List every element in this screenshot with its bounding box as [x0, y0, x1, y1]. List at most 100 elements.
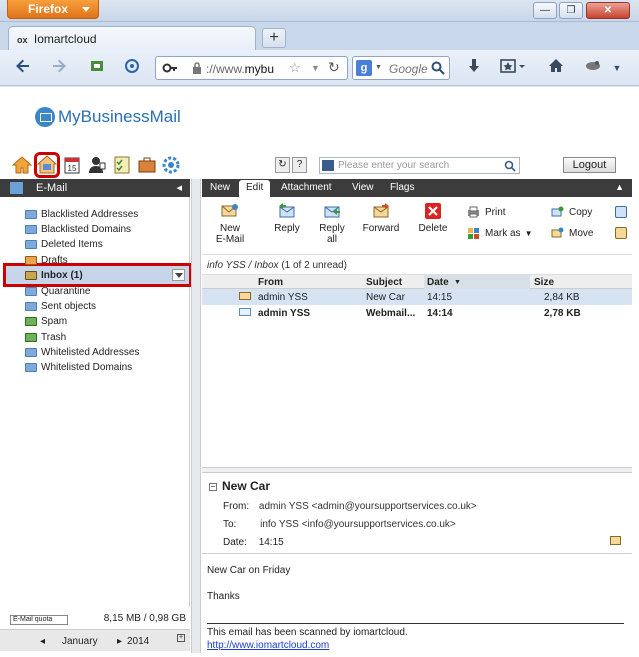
- search-icon[interactable]: [431, 61, 445, 75]
- downloads-button[interactable]: [463, 58, 485, 78]
- body-line-1: New Car on Friday: [207, 565, 291, 576]
- prev-month-icon[interactable]: ◂: [40, 636, 45, 647]
- folder-item-trash[interactable]: Trash: [25, 330, 66, 345]
- column-from[interactable]: From: [258, 277, 283, 288]
- copy-button[interactable]: Copy: [551, 206, 592, 218]
- calendar-month[interactable]: January: [62, 636, 98, 647]
- bookmark-star-icon[interactable]: ☆: [289, 60, 301, 76]
- reply-button[interactable]: Reply: [265, 202, 309, 234]
- addon-icon: [91, 61, 103, 71]
- mail-status-icon[interactable]: [610, 536, 621, 545]
- vertical-splitter[interactable]: [191, 179, 201, 653]
- table-row[interactable]: admin YSS Webmail... 14:14 2,78 KB: [202, 305, 632, 321]
- row-subject: New Car: [366, 292, 405, 303]
- calendar-module-button[interactable]: 15: [62, 155, 82, 175]
- to-value[interactable]: info YSS <info@yoursupportservices.co.uk…: [260, 519, 456, 530]
- bookmarks-menu-button[interactable]: [498, 58, 528, 78]
- mark-as-button[interactable]: Mark as ▼: [467, 227, 532, 239]
- settings-module-button[interactable]: [161, 155, 181, 175]
- folder-item-blacklisted-domains[interactable]: Blacklisted Domains: [25, 222, 131, 237]
- minimize-button[interactable]: —: [533, 2, 557, 19]
- folder-item-blacklisted-addresses[interactable]: Blacklisted Addresses: [25, 207, 138, 222]
- reply-all-button[interactable]: Reply all: [310, 202, 354, 245]
- extension-button[interactable]: [582, 58, 604, 78]
- more-actions-icon[interactable]: [615, 206, 627, 218]
- folder-label: Whitelisted Domains: [41, 362, 133, 373]
- copy-label: Copy: [569, 206, 593, 218]
- menu-dropdown-icon[interactable]: ▼: [610, 58, 624, 78]
- tab-edit[interactable]: Edit: [239, 180, 271, 197]
- table-row[interactable]: admin YSS New Car 14:15 2,84 KB: [202, 289, 632, 305]
- mail-house-icon: [36, 155, 58, 174]
- more-actions-icon-2[interactable]: [615, 227, 627, 239]
- next-month-icon[interactable]: ▸: [117, 636, 122, 647]
- close-window-button[interactable]: ✕: [586, 2, 630, 19]
- logout-button[interactable]: Logout: [563, 157, 616, 173]
- forward-button[interactable]: [48, 58, 70, 78]
- horizontal-splitter[interactable]: [202, 467, 632, 473]
- folder-item-spam[interactable]: Spam: [25, 314, 67, 329]
- unread-mail-icon: [239, 308, 251, 316]
- new-email-button[interactable]: New E-Mail: [208, 202, 252, 245]
- help-button[interactable]: ?: [292, 157, 307, 173]
- search-engine-dropdown-icon[interactable]: ▼: [375, 64, 382, 71]
- calendar-year[interactable]: 2014: [127, 636, 149, 647]
- reload-icon[interactable]: ↻: [328, 59, 340, 76]
- tab-flags[interactable]: Flags: [390, 182, 414, 193]
- home-button[interactable]: [545, 58, 567, 78]
- reply-icon: [279, 203, 295, 218]
- collapse-ribbon-icon[interactable]: ▲: [615, 182, 624, 192]
- folder-label: Inbox (1): [41, 270, 83, 281]
- folder-item-inbox[interactable]: Inbox (1): [25, 268, 83, 283]
- google-search-engine-icon[interactable]: g: [356, 60, 372, 76]
- delete-button[interactable]: Delete: [411, 202, 455, 234]
- web-search-bar[interactable]: g ▼ Google: [352, 56, 450, 80]
- infostore-module-button[interactable]: [137, 155, 157, 175]
- print-button[interactable]: Print: [467, 206, 506, 218]
- maximize-button[interactable]: ❐: [559, 2, 583, 19]
- folder-item-whitelisted-addresses[interactable]: Whitelisted Addresses: [25, 345, 139, 360]
- collapse-header-icon[interactable]: −: [209, 483, 217, 491]
- folder-item-sent-objects[interactable]: Sent objects: [25, 299, 96, 314]
- read-mail-icon: [239, 292, 251, 300]
- back-button[interactable]: [12, 58, 34, 78]
- app-search-input[interactable]: Please enter your search: [319, 157, 520, 174]
- portal-home-button[interactable]: [11, 155, 33, 175]
- collapse-left-icon[interactable]: ◂: [176, 181, 182, 194]
- folder-item-deleted-items[interactable]: Deleted Items: [25, 237, 103, 252]
- search-scope-dropdown-icon[interactable]: [322, 160, 334, 171]
- folder-item-whitelisted-domains[interactable]: Whitelisted Domains: [25, 360, 132, 375]
- swirl-addon-button[interactable]: [121, 58, 143, 78]
- tab-view[interactable]: View: [352, 182, 374, 193]
- contacts-module-button[interactable]: [87, 155, 107, 175]
- email-module-button[interactable]: [34, 152, 60, 178]
- from-value[interactable]: admin YSS <admin@yoursupportservices.co.…: [259, 501, 477, 512]
- firefox-menu-button[interactable]: Firefox: [7, 0, 99, 19]
- tasks-module-button[interactable]: [112, 155, 132, 175]
- tab-attachment[interactable]: Attachment: [281, 182, 332, 193]
- folder-icon: [25, 225, 37, 234]
- folder-label: Blacklisted Domains: [41, 224, 132, 235]
- column-subject[interactable]: Subject: [366, 277, 402, 288]
- column-size[interactable]: Size: [534, 277, 554, 288]
- addon-icon-button[interactable]: [86, 58, 108, 78]
- column-date[interactable]: Date: [427, 277, 449, 288]
- search-icon[interactable]: [504, 160, 516, 172]
- folder-options-dropdown-icon[interactable]: [172, 269, 185, 281]
- help-icon: ?: [296, 159, 303, 170]
- download-arrow-icon: [469, 59, 479, 72]
- folder-item-quarantine[interactable]: Quarantine: [25, 284, 90, 299]
- folder-item-drafts[interactable]: Drafts: [25, 253, 68, 268]
- new-tab-button[interactable]: +: [262, 28, 286, 48]
- browser-tab[interactable]: ox Iomartcloud: [8, 26, 256, 50]
- move-button[interactable]: Move: [551, 227, 593, 239]
- favicon-icon: ox: [17, 35, 28, 45]
- url-bar[interactable]: ://www.mybu ☆ ▼ ↻: [155, 56, 348, 80]
- tab-new[interactable]: New: [210, 182, 230, 193]
- scan-link[interactable]: http://www.iomartcloud.com: [207, 640, 329, 651]
- expand-calendar-icon[interactable]: +: [177, 634, 185, 642]
- forward-button[interactable]: Forward: [359, 202, 403, 234]
- mark-as-label: Mark as: [485, 227, 521, 239]
- refresh-button[interactable]: ↻: [275, 157, 290, 173]
- url-history-dropdown-icon[interactable]: ▼: [311, 63, 320, 73]
